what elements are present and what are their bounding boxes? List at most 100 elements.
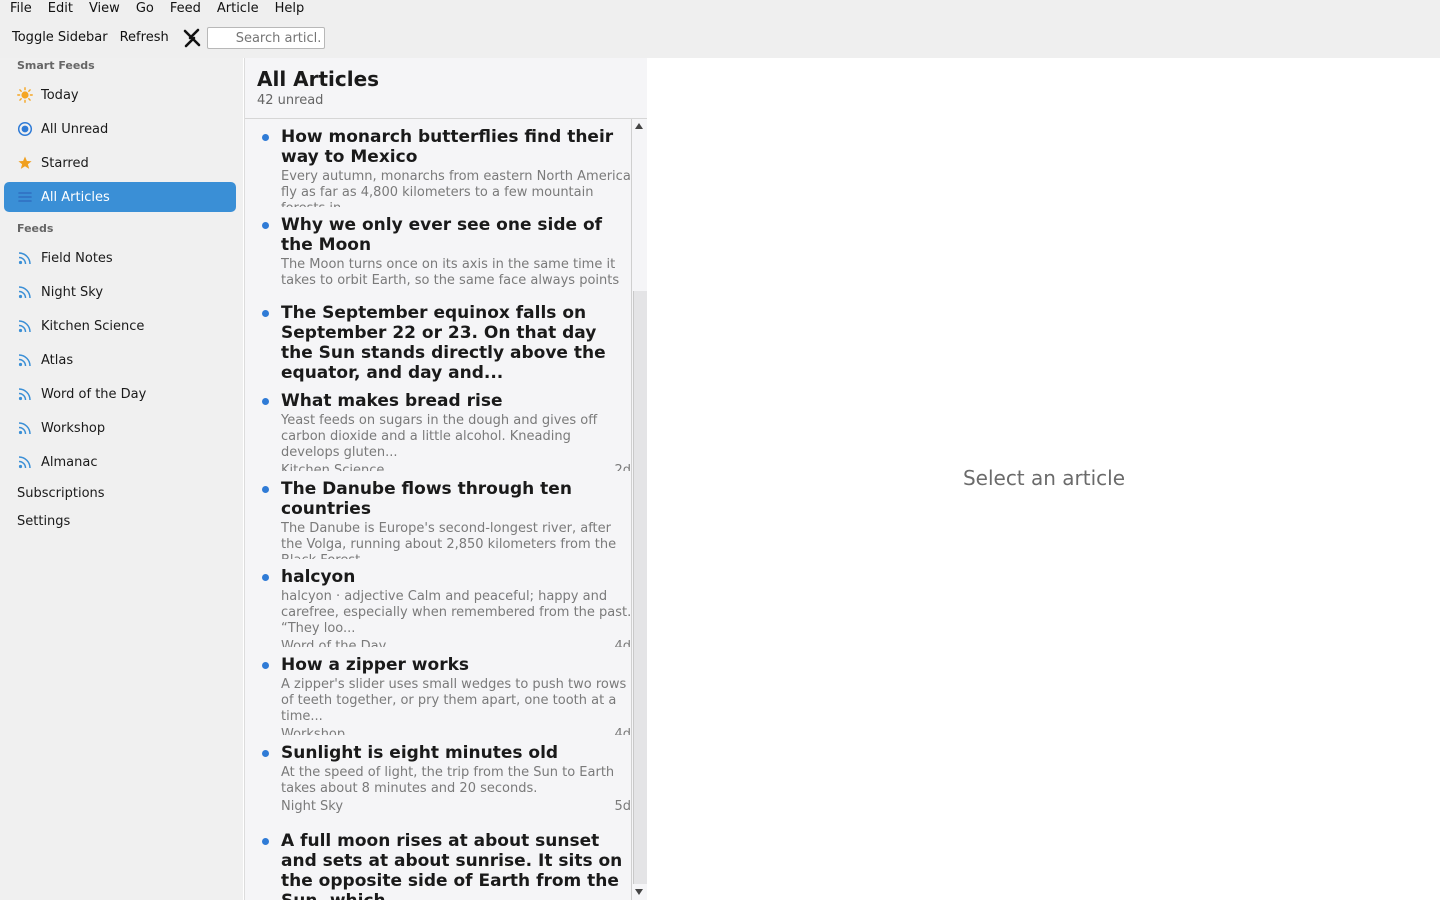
list-header: All Articles 42 unread [245,58,647,119]
sidebar-item-label: Starred [41,155,89,171]
sidebar-item-label: Word of the Day [41,386,147,402]
sidebar-item-label: Almanac [41,454,98,470]
article-excerpt: Yeast feeds on sugars in the dough and g… [281,413,598,460]
rss-icon [17,420,33,436]
article-feed: Night Sky [281,799,344,814]
sidebar-item-atlas[interactable]: Atlas [4,345,236,375]
list-scrollbar[interactable] [631,119,647,900]
article-excerpt: At the speed of light, the trip from the… [281,765,615,796]
article-age: 4d [614,727,631,735]
sidebar-item-label: Kitchen Science [41,318,145,334]
article-feed: Kitchen Science [281,463,385,471]
unread-count: 42 unread [257,93,324,108]
list-item[interactable]: A full moon rises at about sunset and se… [245,823,631,900]
menu-feed[interactable]: Feed [160,0,207,18]
article-title: The September equinox falls on September… [281,303,606,383]
sidebar-item-label: Night Sky [41,284,104,300]
sidebar-item-label: Today [41,87,79,103]
subscriptions-link[interactable]: Subscriptions [17,486,105,501]
settings-link[interactable]: Settings [17,514,70,529]
scroll-down-icon[interactable] [635,889,643,895]
article-title: What makes bread rise [281,391,503,411]
menu-help[interactable]: Help [265,0,311,18]
sidebar: Smart Feeds Today All Unread Starred All… [0,58,243,900]
sidebar-item-label: All Articles [41,189,110,205]
rss-icon [17,318,33,334]
sidebar-item-all-unread[interactable]: All Unread [4,114,236,144]
sidebar-item-kitchen-science[interactable]: Kitchen Science [4,311,236,341]
menu-view[interactable]: View [79,0,126,18]
article-excerpt: The Danube is Europe's second-longest ri… [281,521,617,559]
list-item[interactable]: Why we only ever see one side of the Moo… [245,207,631,295]
article-age: 2d [614,463,631,471]
sidebar-item-all-articles[interactable]: All Articles [4,182,236,212]
sun-icon [17,87,33,103]
article-feed: Word of the Day [281,639,387,647]
article-feed: Workshop [281,727,346,735]
list-item[interactable]: Sunlight is eight minutes old At the spe… [245,735,631,823]
unread-circle-icon [17,121,33,137]
unread-dot [262,574,269,581]
article-title: The Danube flows through ten countries [281,479,572,519]
sidebar-item-label: All Unread [41,121,109,137]
empty-state-message: Select an article [962,466,1126,490]
list-item[interactable]: How monarch butterflies find their way t… [245,119,631,207]
sidebar-item-almanac[interactable]: Almanac [4,447,236,477]
sidebar-item-starred[interactable]: Starred [4,148,236,178]
sidebar-item-label: Field Notes [41,250,113,266]
menu-edit[interactable]: Edit [38,0,79,18]
unread-dot [262,662,269,669]
unread-dot [262,750,269,757]
menubar: File Edit View Go Feed Article Help [0,0,1440,18]
rss-icon [17,284,33,300]
list-icon [17,189,33,205]
feeds-heading: Feeds [17,222,54,235]
article-title: A full moon rises at about sunset and se… [281,831,623,900]
list-item[interactable]: How a zipper works A zipper's slider use… [245,647,631,735]
sidebar-item-word-of-the-day[interactable]: Word of the Day [4,379,236,409]
rss-icon [17,386,33,402]
sidebar-item-workshop[interactable]: Workshop [4,413,236,443]
scroll-thumb[interactable] [633,291,647,884]
refresh-button[interactable]: Refresh [114,24,175,52]
article-title: Sunlight is eight minutes old [281,743,559,763]
smart-feeds-heading: Smart Feeds [17,59,95,72]
unread-dot [262,310,269,317]
menu-file[interactable]: File [0,0,38,18]
close-icon[interactable] [181,27,203,49]
article-title: How monarch butterflies find their way t… [281,127,614,167]
menu-article[interactable]: Article [207,0,265,18]
article-age: 4d [614,639,631,647]
toggle-sidebar-button[interactable]: Toggle Sidebar [6,24,114,52]
unread-dot [262,134,269,141]
article-list: How monarch butterflies find their way t… [245,119,631,900]
star-icon [17,155,33,171]
unread-dot [262,486,269,493]
sidebar-item-label: Workshop [41,420,106,436]
list-item[interactable]: The Danube flows through ten countries T… [245,471,631,559]
toolbar: Toggle Sidebar Refresh [0,18,1440,58]
article-excerpt: A zipper's slider uses small wedges to p… [281,677,627,724]
sidebar-item-field-notes[interactable]: Field Notes [4,243,236,273]
rss-icon [17,352,33,368]
rss-icon [17,454,33,470]
article-list-pane: All Articles 42 unread How monarch butte… [244,58,647,900]
search-input[interactable] [206,27,325,49]
article-excerpt: halcyon · adjective Calm and peaceful; h… [281,589,631,636]
sidebar-item-night-sky[interactable]: Night Sky [4,277,236,307]
menu-go[interactable]: Go [126,0,160,18]
scroll-up-icon[interactable] [635,123,643,129]
list-item[interactable]: The September equinox falls on September… [245,295,631,383]
unread-dot [262,222,269,229]
unread-dot [262,398,269,405]
page-title: All Articles [257,67,380,91]
article-title: halcyon [281,567,356,587]
unread-dot [262,838,269,845]
article-excerpt: The Moon turns once on its axis in the s… [281,257,620,288]
list-item[interactable]: halcyon halcyon · adjective Calm and pea… [245,559,631,647]
article-title: How a zipper works [281,655,470,675]
sidebar-item-label: Atlas [41,352,74,368]
list-item[interactable]: What makes bread rise Yeast feeds on sug… [245,383,631,471]
sidebar-item-today[interactable]: Today [4,80,236,110]
article-age: 5d [614,799,631,814]
